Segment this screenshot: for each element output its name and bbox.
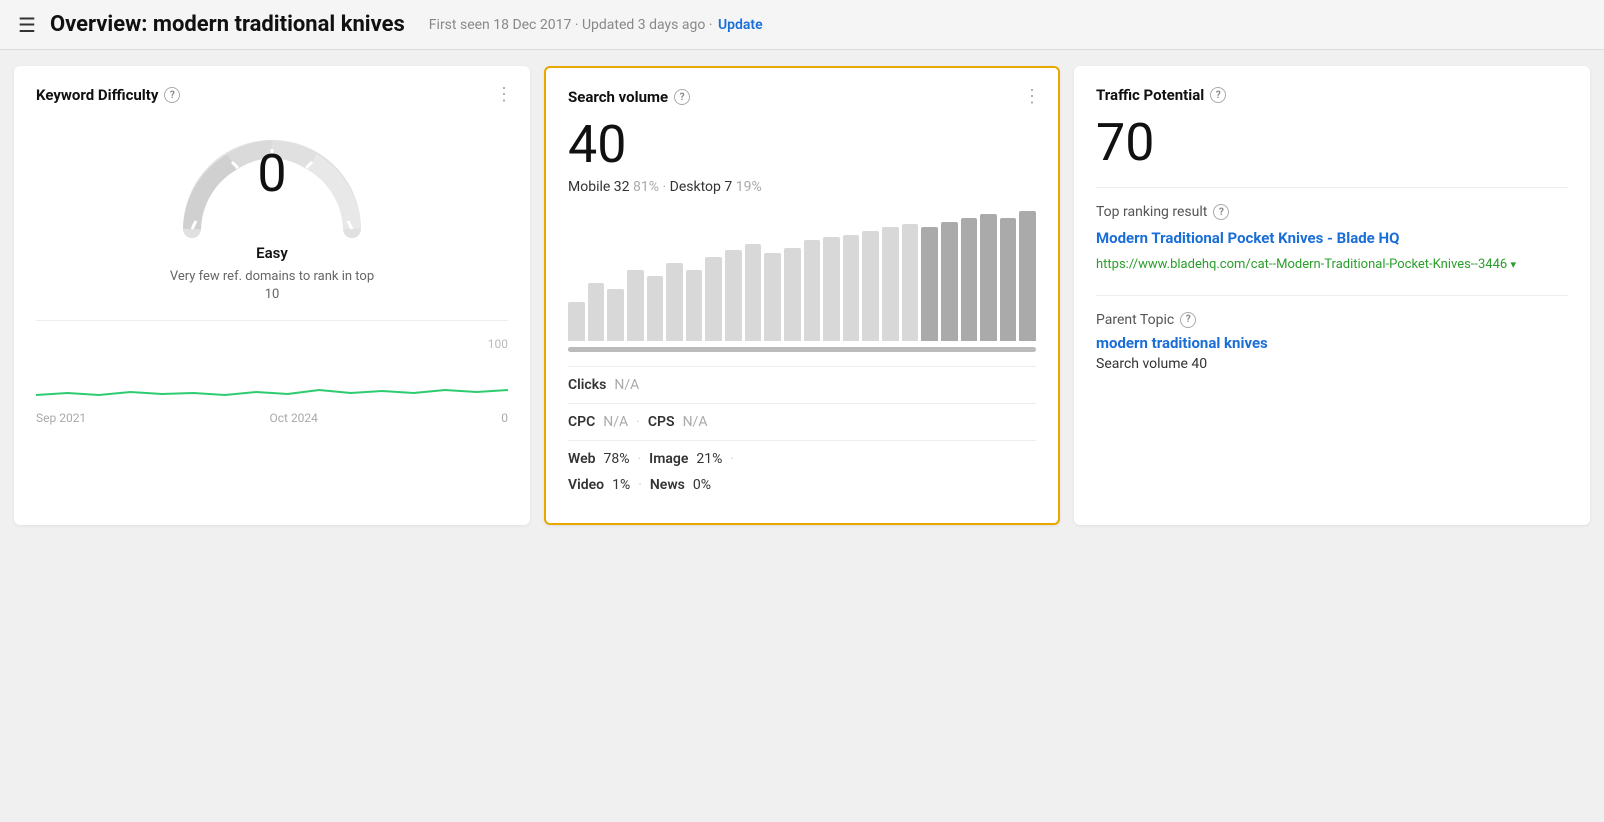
sv-image-pct: 21% <box>696 451 722 467</box>
sv-bar-chart <box>568 211 1036 341</box>
sv-scrollbar <box>568 347 1036 352</box>
search-volume-card: Search volume ? ⋮ 40 Mobile 32 81% · Des… <box>544 66 1060 525</box>
sv-cps-label: CPS <box>648 414 675 430</box>
sv-bar-item <box>921 227 938 341</box>
kd-help-icon[interactable]: ? <box>164 87 180 103</box>
sv-scrollbar-thumb <box>568 347 1036 352</box>
kd-time-labels: Sep 2021 Oct 2024 0 <box>36 411 508 425</box>
sv-bar-item <box>902 224 919 341</box>
sv-clicks-label: Clicks <box>568 377 606 393</box>
keyword-difficulty-card: Keyword Difficulty ? ⋮ <box>14 66 530 525</box>
sv-bar-item <box>666 263 683 341</box>
sv-menu-icon[interactable]: ⋮ <box>1023 86 1042 107</box>
kd-gauge: 0 <box>36 124 508 234</box>
page-title: Overview: modern traditional knives <box>50 12 405 37</box>
sv-mobile-val: 32 <box>614 179 630 195</box>
tp-parent-topic-link[interactable]: modern traditional knives <box>1096 334 1568 352</box>
sv-bar-item <box>882 227 899 341</box>
sv-bar-item <box>980 214 997 341</box>
kd-time-start: Sep 2021 <box>36 411 86 425</box>
sv-cpc-label: CPC <box>568 414 595 430</box>
sv-bar-item <box>961 218 978 342</box>
tp-divider-2 <box>1096 295 1568 296</box>
sv-news-label: News <box>650 477 685 493</box>
tp-ranking-link-url[interactable]: https://www.bladehq.com/cat--Modern-Trad… <box>1096 255 1568 275</box>
sv-news-pct: 0% <box>693 477 711 493</box>
kd-menu-icon[interactable]: ⋮ <box>495 84 514 105</box>
sv-bar-item <box>941 222 958 342</box>
kd-difficulty-label: Easy <box>36 244 508 262</box>
header-first-seen: First seen 18 Dec 2017 · Updated 3 days … <box>429 17 763 33</box>
sv-bar-item <box>1019 211 1036 341</box>
sv-mobile-pct: 81% <box>633 179 659 195</box>
sv-bar-item <box>588 283 605 342</box>
sv-help-icon[interactable]: ? <box>674 89 690 105</box>
tp-divider-1 <box>1096 187 1568 188</box>
sv-clicks-val: N/A <box>614 377 639 393</box>
kd-value: 0 <box>257 148 286 200</box>
tp-card-title: Traffic Potential ? <box>1096 86 1568 104</box>
sv-video-label: Video <box>568 477 604 493</box>
tp-parent-topic-label: Parent Topic ? <box>1096 312 1568 328</box>
kd-trend-chart <box>36 337 508 397</box>
sv-bar-item <box>784 248 801 342</box>
sv-video-pct: 1% <box>612 477 630 493</box>
menu-icon[interactable]: ☰ <box>18 13 36 37</box>
sv-clicks-row: Clicks N/A <box>568 366 1036 403</box>
sv-desktop-pct: 19% <box>736 179 762 195</box>
sv-mobile-label: Mobile <box>568 179 610 195</box>
sv-desktop-label: Desktop <box>670 179 721 195</box>
kd-time-end-val: 0 <box>501 411 508 425</box>
sv-desktop-val: 7 <box>724 179 732 195</box>
sv-image-label: Image <box>649 451 688 467</box>
sv-bar-item <box>568 302 585 341</box>
traffic-potential-card: Traffic Potential ? 70 Top ranking resul… <box>1074 66 1590 525</box>
sv-bar-item <box>1000 218 1017 342</box>
main-grid: Keyword Difficulty ? ⋮ <box>0 50 1604 541</box>
sv-bar-item <box>764 253 781 341</box>
sv-cpc-val: N/A <box>603 414 628 430</box>
gauge-wrapper: 0 <box>172 124 372 234</box>
tp-help-icon[interactable]: ? <box>1210 87 1226 103</box>
sv-bar-item <box>725 250 742 341</box>
sv-video-news-row: Video 1% · News 0% <box>568 477 1036 503</box>
tp-url-dropdown-icon[interactable]: ▾ <box>1510 258 1516 271</box>
tp-ranking-link-title[interactable]: Modern Traditional Pocket Knives - Blade… <box>1096 229 1399 247</box>
sv-bar-item <box>823 237 840 341</box>
kd-description: Very few ref. domains to rank in top 10 <box>162 268 382 304</box>
sv-cps-val: N/A <box>683 414 708 430</box>
sv-stats: Clicks N/A CPC N/A · CPS N/A Web 78% · I… <box>568 366 1036 503</box>
sv-bar-item <box>607 289 624 341</box>
header: ☰ Overview: modern traditional knives Fi… <box>0 0 1604 50</box>
gauge-center: 0 <box>257 148 286 200</box>
sv-web-label: Web <box>568 451 596 467</box>
sv-bar-item <box>647 276 664 341</box>
kd-chart-area: 100 <box>36 337 508 407</box>
sv-breakdown: Mobile 32 81% · Desktop 7 19% <box>568 179 1036 195</box>
sv-card-title: Search volume ? <box>568 88 1036 106</box>
tp-value: 70 <box>1096 114 1568 171</box>
sv-bar-item <box>686 270 703 342</box>
sv-bar-item <box>843 235 860 342</box>
sv-value: 40 <box>568 116 1036 173</box>
tp-top-ranking-label: Top ranking result ? <box>1096 204 1568 220</box>
kd-divider <box>36 320 508 321</box>
kd-card-title: Keyword Difficulty ? <box>36 86 508 104</box>
sv-bar-item <box>745 244 762 342</box>
tp-parent-sv: Search volume 40 <box>1096 356 1568 372</box>
sv-bar-item <box>627 270 644 342</box>
update-link[interactable]: Update <box>718 17 763 33</box>
tp-parent-help-icon[interactable]: ? <box>1180 312 1196 328</box>
tp-top-ranking-help-icon[interactable]: ? <box>1213 204 1229 220</box>
sv-cpc-cps-row: CPC N/A · CPS N/A <box>568 403 1036 440</box>
sv-bar-item <box>804 240 821 341</box>
kd-time-end: Oct 2024 <box>270 411 318 425</box>
sv-chart-container <box>568 211 1036 352</box>
kd-chart-max-label: 100 <box>488 337 508 351</box>
sv-bar-item <box>862 231 879 342</box>
sv-web-image-row: Web 78% · Image 21% · <box>568 440 1036 477</box>
sv-bar-item <box>705 257 722 342</box>
sv-web-pct: 78% <box>604 451 630 467</box>
